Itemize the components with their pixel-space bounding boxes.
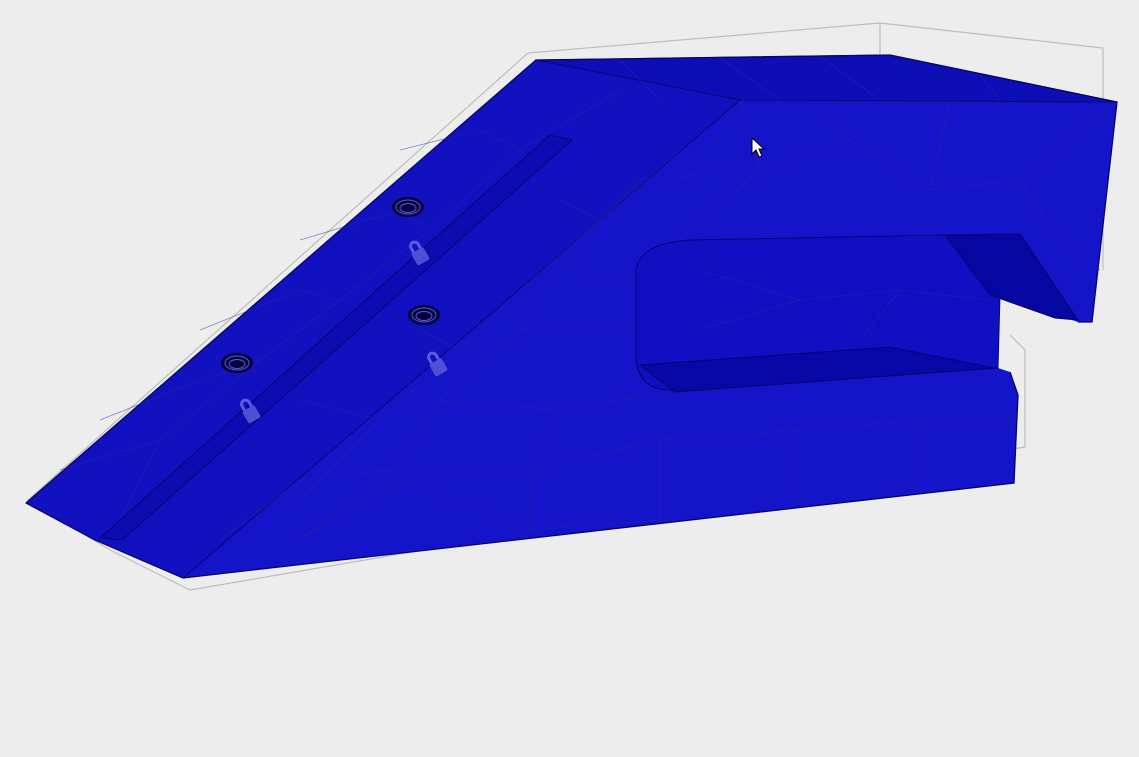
part-body[interactable]	[25, 54, 1118, 579]
model-canvas[interactable]	[0, 0, 1139, 757]
hole-2[interactable]	[408, 305, 440, 325]
hole-3[interactable]	[221, 353, 253, 373]
3d-viewport[interactable]	[0, 0, 1139, 757]
hole-1[interactable]	[392, 197, 424, 217]
